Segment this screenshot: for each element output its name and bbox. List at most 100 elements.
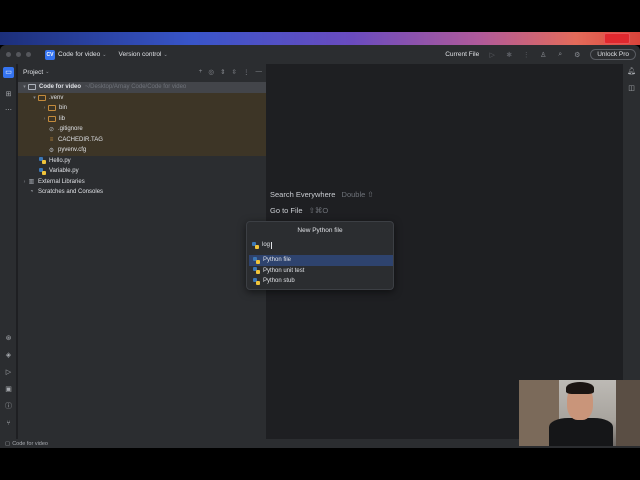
new-file-icon[interactable]: + — [199, 68, 203, 76]
python-file-icon — [253, 256, 260, 264]
more-actions-icon[interactable]: ⋮ — [522, 51, 530, 59]
tree-item-label: bin — [59, 105, 68, 112]
hint-shortcut: ⇧⌘O — [308, 206, 329, 215]
status-breadcrumb[interactable]: Code for video — [12, 441, 48, 447]
tree-item-gitignore[interactable]: ⊘ .gitignore — [18, 124, 266, 135]
hint-label: Go to File — [270, 206, 303, 215]
chevron-right-icon[interactable]: › — [21, 179, 28, 185]
tree-item-scratches[interactable]: ◔ Scratches and Consoles — [18, 187, 266, 198]
user-icon[interactable]: ♙ — [539, 51, 547, 59]
config-file-icon: ⚙ — [48, 147, 55, 154]
tree-item-variable[interactable]: Variable.py — [18, 166, 266, 177]
tag-file-icon: ≡ — [49, 136, 54, 143]
python-file-icon — [39, 167, 46, 175]
folder-icon — [28, 84, 36, 91]
project-breadcrumb-icon: ▢ — [5, 440, 11, 447]
file-name-value[interactable]: log — [262, 242, 270, 248]
library-icon: ▥ — [28, 179, 35, 186]
minimize-window-button[interactable] — [16, 52, 21, 57]
tree-item-pyvenv[interactable]: ⚙ pyvenv.cfg — [18, 145, 266, 156]
problems-icon[interactable]: ⓘ — [4, 402, 13, 411]
run-tool-icon[interactable]: ▷ — [4, 368, 13, 377]
option-label: Python stub — [263, 278, 295, 285]
hide-icon[interactable]: — — [256, 68, 263, 76]
window-controls[interactable] — [6, 52, 31, 57]
title-bar: CV Code for video ⌄ Version control ⌄ Cu… — [0, 45, 640, 64]
tree-item-venv[interactable]: ▾ .venv — [18, 92, 266, 103]
structure-tool-icon[interactable]: ⊞ — [4, 90, 13, 99]
scratches-icon: ◔ — [29, 189, 34, 196]
option-label: Python file — [263, 257, 292, 264]
project-panel-title[interactable]: Project — [23, 69, 43, 76]
dialog-title: New Python file — [297, 227, 343, 234]
python-test-icon — [253, 267, 260, 275]
file-type-option[interactable]: Python stub — [249, 276, 393, 287]
search-everywhere-hint: Search Everywhere Double ⇧ — [270, 190, 374, 199]
tree-item-path: ~/Desktop/Arnay Code/Code for video — [85, 84, 187, 91]
left-tool-stripe: ▭ ⊞ ⋯ ⊛ ◈ ▷ ▣ ⓘ ⑂ — [0, 64, 17, 448]
project-panel-tools: + ◎ ⇕ ⇳ ⋮ — — [199, 68, 262, 76]
webcam-overlay — [519, 380, 640, 446]
file-type-list: Python file Python unit test Python stub — [249, 255, 393, 287]
collapse-all-icon[interactable]: ⇳ — [232, 68, 237, 76]
tree-item-label: CACHEDIR.TAG — [58, 136, 103, 143]
chevron-down-icon[interactable]: ⌄ — [45, 69, 49, 75]
debug-icon[interactable]: ✱ — [505, 51, 513, 59]
more-tools-icon[interactable]: ⋯ — [4, 106, 13, 115]
notifications-icon[interactable]: 🔔︎ — [627, 67, 636, 76]
expand-all-icon[interactable]: ⇕ — [220, 68, 225, 76]
chevron-down-icon[interactable]: ⌄ — [102, 52, 106, 58]
python-file-icon — [252, 241, 259, 249]
project-switcher[interactable]: Code for video — [58, 51, 100, 58]
chevron-down-icon[interactable]: ▾ — [31, 95, 38, 101]
ignore-file-icon: ⊘ — [48, 126, 55, 133]
options-icon[interactable]: ⋮ — [243, 68, 250, 76]
text-cursor — [271, 241, 273, 249]
run-configuration-select[interactable]: Current File — [445, 51, 479, 58]
services-icon[interactable]: ◈ — [4, 351, 13, 360]
tree-item-hello[interactable]: Hello.py — [18, 156, 266, 167]
gear-icon[interactable]: ⚙ — [573, 51, 581, 59]
chevron-down-icon[interactable]: ⌄ — [163, 52, 167, 58]
webcam-person-body — [549, 418, 613, 446]
python-packages-icon[interactable]: ⊛ — [4, 334, 13, 343]
tree-item-label: .venv — [49, 94, 64, 101]
project-badge[interactable]: CV — [45, 49, 55, 60]
project-tool-icon[interactable]: ▭ — [3, 67, 14, 78]
hint-label: Search Everywhere — [270, 190, 336, 199]
run-icon[interactable]: ▷ — [488, 51, 496, 59]
toolbar-right: Current File ▷ ✱ ⋮ ♙ ⌕ ⚙ Unlock Pro — [445, 45, 636, 64]
zoom-window-button[interactable] — [26, 52, 31, 57]
tree-item-root[interactable]: ▾ Code for video ~/Desktop/Arnay Code/Co… — [18, 82, 266, 93]
ai-assistant-icon[interactable]: ◫ — [627, 84, 636, 93]
file-type-option[interactable]: Python unit test — [249, 266, 393, 277]
locate-icon[interactable]: ◎ — [208, 68, 214, 76]
go-to-file-hint: Go to File ⇧⌘O — [270, 206, 328, 215]
new-python-file-dialog: New Python file log Python file Python u… — [246, 221, 394, 290]
tree-item-label: .gitignore — [58, 126, 83, 133]
file-type-option[interactable]: Python file — [249, 255, 393, 266]
folder-icon — [48, 115, 56, 122]
folder-icon — [48, 105, 56, 112]
hint-shortcut: Double ⇧ — [341, 190, 374, 199]
python-stub-icon — [253, 277, 260, 285]
tree-item-label: lib — [59, 115, 66, 122]
chevron-right-icon[interactable]: › — [41, 116, 48, 122]
close-window-button[interactable] — [6, 52, 11, 57]
chevron-down-icon[interactable]: ▾ — [21, 84, 28, 90]
version-control-menu[interactable]: Version control — [118, 51, 161, 58]
terminal-icon[interactable]: ▣ — [4, 385, 13, 394]
tree-item-bin[interactable]: › bin — [18, 103, 266, 114]
tree-item-lib[interactable]: › lib — [18, 113, 266, 124]
tree-item-label: Variable.py — [49, 168, 79, 175]
project-panel: Project ⌄ + ◎ ⇕ ⇳ ⋮ — ▾ Code for video ~… — [18, 64, 266, 440]
project-tree: ▾ Code for video ~/Desktop/Arnay Code/Co… — [18, 82, 266, 198]
webcam-background-right — [616, 380, 640, 446]
chevron-right-icon[interactable]: › — [41, 105, 48, 111]
tree-item-cachedir[interactable]: ≡ CACHEDIR.TAG — [18, 134, 266, 145]
git-icon[interactable]: ⑂ — [4, 419, 13, 428]
tree-item-external-libraries[interactable]: › ▥ External Libraries — [18, 177, 266, 188]
search-icon[interactable]: ⌕ — [556, 51, 564, 59]
unlock-pro-button[interactable]: Unlock Pro — [590, 49, 636, 60]
file-name-input[interactable]: log — [252, 240, 390, 250]
